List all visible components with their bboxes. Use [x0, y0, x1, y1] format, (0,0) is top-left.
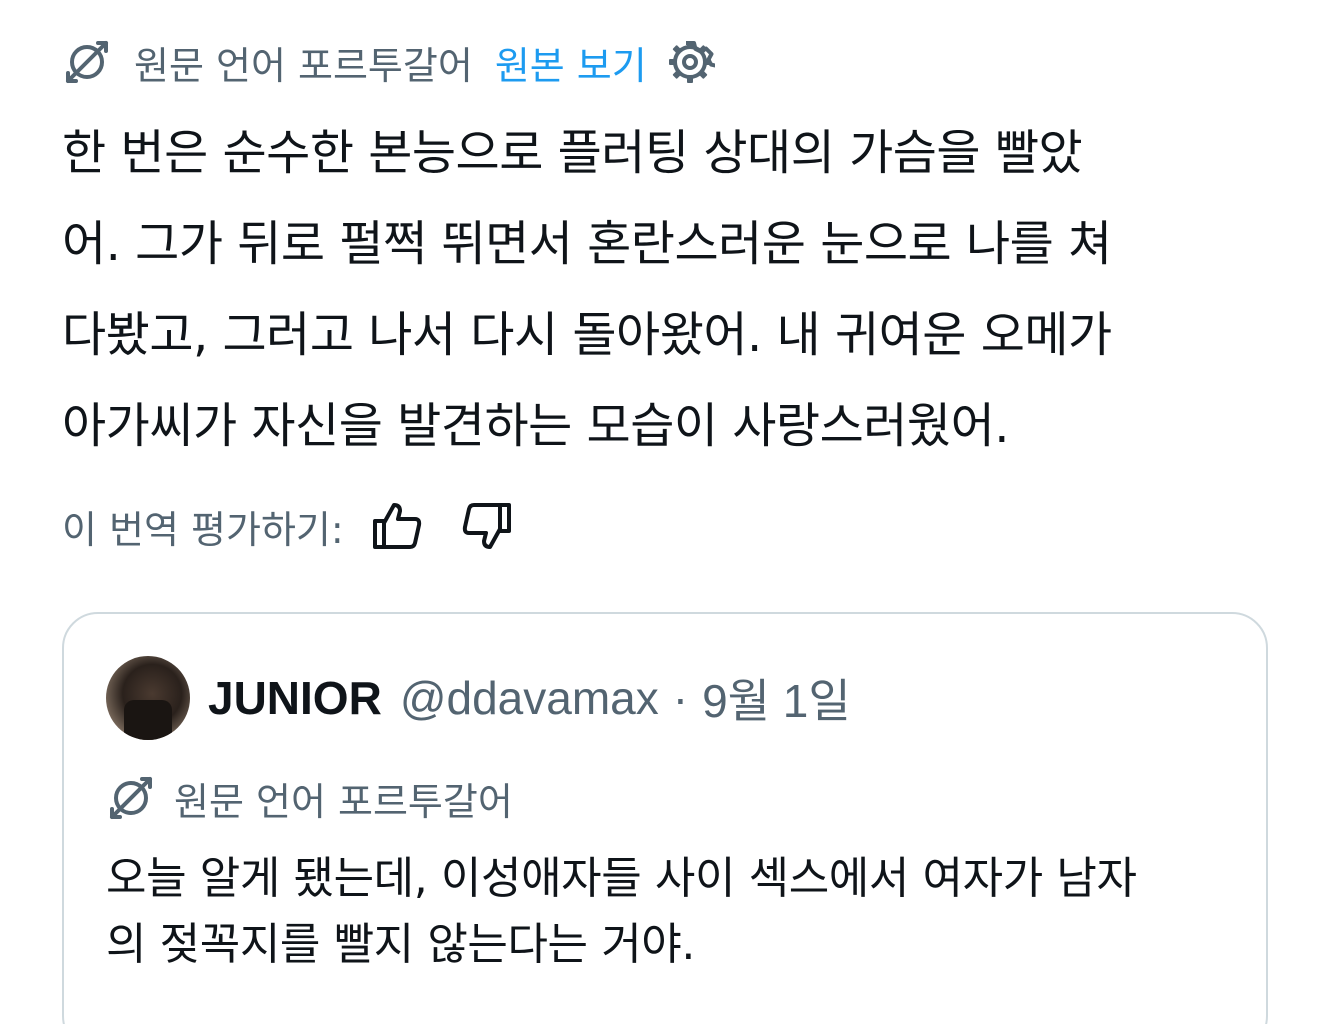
quoted-tweet-text: 오늘 알게 됐는데, 이성애자들 사이 섹스에서 여자가 남자 의 젖꼭지를 빨…: [106, 853, 1137, 970]
translation-label: 원문 언어 포르투갈어: [134, 43, 473, 88]
quoted-date[interactable]: 9월 1일: [702, 665, 851, 731]
quoted-tweet-card[interactable]: JUNIOR @ddavamax · 9월 1일 원문 언어 포르투갈어 오늘 …: [62, 612, 1268, 1024]
gear-icon[interactable]: [665, 37, 715, 87]
quoted-translation-label: 원문 언어 포르투갈어: [174, 779, 513, 824]
thumbs-down-icon[interactable]: [460, 499, 514, 553]
quoted-translation-bar: 원문 언어 포르투갈어: [106, 772, 513, 824]
thumbs-up-icon[interactable]: [370, 499, 424, 553]
translation-bar: 원문 언어 포르투갈어 원본 보기: [62, 36, 715, 88]
rate-translation-label: 이 번역 평가하기:: [62, 507, 344, 552]
tweet-text: 한 번은 순수한 본능으로 플러팅 상대의 가슴을 빨았 어. 그가 뒤로 펄쩍…: [62, 125, 1112, 454]
rate-translation-bar: 이 번역 평가하기:: [62, 498, 514, 554]
quoted-tweet-header: JUNIOR @ddavamax · 9월 1일: [106, 656, 851, 740]
translate-icon: [106, 773, 156, 823]
quoted-handle[interactable]: @ddavamax: [400, 671, 659, 725]
show-original-link[interactable]: 원본 보기: [495, 35, 647, 90]
separator-dot: ·: [672, 672, 689, 724]
translate-icon: [62, 37, 112, 87]
avatar[interactable]: [106, 656, 190, 740]
quoted-display-name[interactable]: JUNIOR: [208, 671, 382, 725]
